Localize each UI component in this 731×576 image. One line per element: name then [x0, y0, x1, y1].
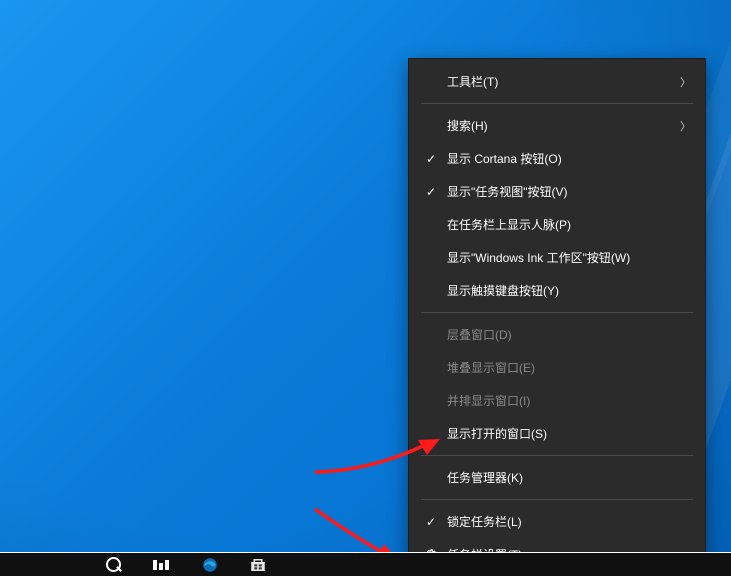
menu-item-toolbars[interactable]: 工具栏(T) 〉 — [409, 65, 705, 98]
desktop[interactable]: 工具栏(T) 〉 搜索(H) 〉 ✓ 显示 Cortana 按钮(O) ✓ 显示… — [0, 0, 731, 576]
taskbar-app-store[interactable] — [234, 553, 282, 576]
menu-item-label: 显示打开的窗口(S) — [441, 425, 677, 442]
menu-separator — [421, 312, 693, 313]
menu-item-task-manager[interactable]: 任务管理器(K) — [409, 461, 705, 494]
menu-item-label: 堆叠显示窗口(E) — [441, 359, 677, 376]
search-icon — [106, 557, 122, 573]
menu-item-label: 锁定任务栏(L) — [441, 513, 677, 530]
menu-item-show-ink[interactable]: 显示"Windows Ink 工作区"按钮(W) — [409, 241, 705, 274]
menu-item-label: 层叠窗口(D) — [441, 326, 677, 343]
edge-icon — [201, 556, 219, 574]
menu-item-stacked-windows: 堆叠显示窗口(E) — [409, 351, 705, 384]
taskbar-search-button[interactable] — [90, 553, 138, 576]
menu-item-label: 并排显示窗口(I) — [441, 392, 677, 409]
menu-separator — [421, 103, 693, 104]
menu-item-label: 显示"Windows Ink 工作区"按钮(W) — [441, 249, 677, 266]
menu-item-label: 显示 Cortana 按钮(O) — [441, 150, 677, 167]
submenu-arrow-icon: 〉 — [677, 74, 691, 90]
menu-item-cascade-windows: 层叠窗口(D) — [409, 318, 705, 351]
menu-item-show-open-windows[interactable]: 显示打开的窗口(S) — [409, 417, 705, 450]
menu-item-show-cortana[interactable]: ✓ 显示 Cortana 按钮(O) — [409, 142, 705, 175]
menu-item-label: 显示"任务视图"按钮(V) — [441, 183, 677, 200]
menu-item-label: 搜索(H) — [441, 117, 677, 134]
taskbar-context-menu: 工具栏(T) 〉 搜索(H) 〉 ✓ 显示 Cortana 按钮(O) ✓ 显示… — [408, 58, 706, 576]
menu-item-show-taskview[interactable]: ✓ 显示"任务视图"按钮(V) — [409, 175, 705, 208]
taskview-icon — [153, 560, 171, 570]
menu-item-show-touch-keyboard[interactable]: 显示触摸键盘按钮(Y) — [409, 274, 705, 307]
checkmark-icon: ✓ — [421, 515, 441, 529]
store-icon — [249, 556, 267, 574]
menu-item-sidebyside-windows: 并排显示窗口(I) — [409, 384, 705, 417]
menu-separator — [421, 455, 693, 456]
taskbar-app-edge[interactable] — [186, 553, 234, 576]
checkmark-icon: ✓ — [421, 185, 441, 199]
menu-item-show-people[interactable]: 在任务栏上显示人脉(P) — [409, 208, 705, 241]
taskbar-taskview-button[interactable] — [138, 553, 186, 576]
checkmark-icon: ✓ — [421, 152, 441, 166]
menu-separator — [421, 499, 693, 500]
menu-item-search[interactable]: 搜索(H) 〉 — [409, 109, 705, 142]
menu-item-label: 工具栏(T) — [441, 73, 677, 90]
menu-item-label: 在任务栏上显示人脉(P) — [441, 216, 677, 233]
menu-item-lock-taskbar[interactable]: ✓ 锁定任务栏(L) — [409, 505, 705, 538]
menu-item-label: 显示触摸键盘按钮(Y) — [441, 282, 677, 299]
menu-item-label: 任务管理器(K) — [441, 469, 677, 486]
submenu-arrow-icon: 〉 — [677, 118, 691, 134]
taskbar[interactable] — [0, 553, 731, 576]
